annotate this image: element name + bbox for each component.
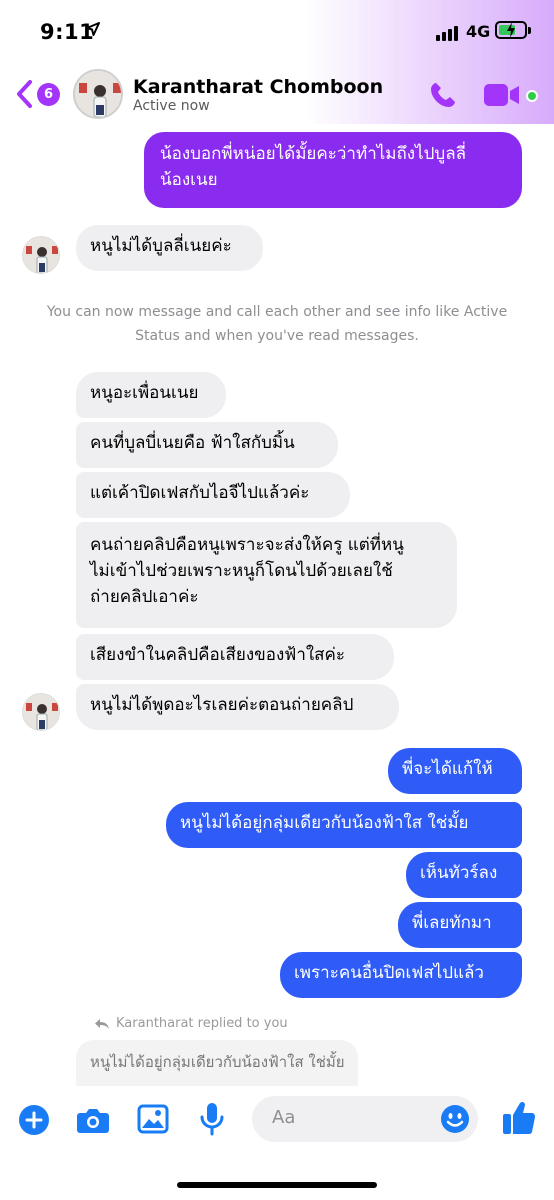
video-camera-icon[interactable] — [482, 82, 522, 108]
message-text: น้องบอกพี่หน่อยได้มั้ยคะว่าทำไมถึงไปบูลล… — [160, 144, 467, 164]
message-bubble-incoming[interactable]: หนูไม่ได้พูดอะไรเลยค่ะตอนถ่ายคลิป — [76, 684, 399, 730]
camera-icon[interactable] — [76, 1105, 110, 1135]
reply-indicator: Karantharat replied to you — [94, 1016, 288, 1031]
home-indicator — [177, 1182, 377, 1188]
message-bubble-outgoing[interactable]: หนูไม่ได้อยู่กลุ่มเดียวกับน้องฟ้าใส ใช่ม… — [166, 802, 522, 848]
message-text: เสียงขำในคลิปคือเสียงของฟ้าใสค่ะ — [90, 645, 346, 665]
contact-avatar-small[interactable] — [22, 236, 60, 274]
message-text: พี่จะได้แก้ให้ — [402, 759, 493, 779]
reply-quote-text: หนูไม่ได้อยู่กลุ่มเดียวกับน้องฟ้าใส ใช่ม… — [90, 1053, 345, 1071]
message-composer: Aa — [0, 1086, 554, 1200]
message-input[interactable]: Aa — [252, 1096, 478, 1142]
signal-icon — [436, 26, 458, 41]
active-status-dot — [526, 90, 538, 102]
message-text: เห็นทัวร์ลง — [420, 863, 498, 883]
message-text: แต่เค้าปิดเฟสกับไอจีไปแล้วค่ะ — [90, 483, 310, 503]
message-text: หนูอะเพื่อนเนย — [90, 383, 199, 403]
photo-icon[interactable] — [137, 1104, 169, 1134]
message-text: น้องเนย — [160, 170, 218, 190]
message-text: พี่เลยทักมา — [412, 913, 492, 933]
message-text: หนูไม่ได้พูดอะไรเลยค่ะตอนถ่ายคลิป — [90, 695, 354, 715]
reply-quote-bubble[interactable]: หนูไม่ได้อยู่กลุ่มเดียวกับน้องฟ้าใส ใช่ม… — [76, 1040, 358, 1086]
message-bubble-incoming[interactable]: คนที่บูลบี่เนยคือ ฟ้าใสกับมิ้น — [76, 422, 338, 468]
message-bubble-incoming[interactable]: หนูอะเพื่อนเนย — [76, 372, 226, 418]
message-bubble-incoming[interactable]: แต่เค้าปิดเฟสกับไอจีไปแล้วค่ะ — [76, 472, 350, 518]
message-text: คนที่บูลบี่เนยคือ ฟ้าใสกับมิ้น — [90, 433, 295, 453]
thumbs-up-icon[interactable] — [502, 1100, 536, 1136]
battery-icon — [495, 21, 531, 39]
back-chevron-icon — [17, 80, 32, 108]
contact-avatar-small[interactable] — [22, 693, 60, 731]
conversation-header: 6 Karantharat Chomboon Active now — [0, 62, 554, 124]
connection-notice: You can now message and call each other … — [30, 300, 524, 348]
microphone-icon[interactable] — [199, 1102, 225, 1136]
message-bubble-outgoing[interactable]: เห็นทัวร์ลง — [406, 852, 522, 898]
contact-name[interactable]: Karantharat Chomboon — [133, 76, 383, 98]
network-type: 4G — [466, 22, 491, 41]
unread-count-badge: 6 — [37, 83, 60, 106]
back-button[interactable]: 6 — [14, 78, 62, 110]
message-bubble-incoming[interactable]: หนูไม่ได้บูลลี่เนยค่ะ — [76, 225, 263, 271]
message-text: หนูไม่ได้อยู่กลุ่มเดียวกับน้องฟ้าใส ใช่ม… — [180, 813, 469, 833]
message-text: คนถ่ายคลิปคือหนูเพราะจะส่งให้ครู แต่ที่ห… — [90, 535, 404, 555]
message-text: เพราะคนอื่นปิดเฟสไปแล้ว — [294, 963, 484, 983]
connection-notice-line: You can now message and call each other … — [46, 304, 508, 320]
contact-avatar[interactable] — [73, 69, 123, 119]
message-input-placeholder: Aa — [272, 1107, 296, 1128]
status-bar: 9:11 4G — [0, 0, 554, 62]
reply-indicator-text: Karantharat replied to you — [116, 1016, 288, 1031]
message-text: ไม่เข้าไปช่วยเพราะหนูก็โดนไปด้วยเลยใช้ — [90, 561, 393, 581]
message-bubble-outgoing[interactable]: น้องบอกพี่หน่อยได้มั้ยคะว่าทำไมถึงไปบูลล… — [144, 132, 522, 208]
reply-arrow-icon — [95, 1018, 109, 1029]
message-bubble-outgoing[interactable]: พี่จะได้แก้ให้ — [388, 748, 522, 794]
contact-status: Active now — [133, 98, 210, 114]
connection-notice-line: Status and when you've read messages. — [135, 328, 419, 344]
message-bubble-outgoing[interactable]: เพราะคนอื่นปิดเฟสไปแล้ว — [280, 952, 522, 998]
message-bubble-incoming[interactable]: เสียงขำในคลิปคือเสียงของฟ้าใสค่ะ — [76, 634, 394, 680]
location-arrow-icon — [86, 22, 100, 36]
message-text: ถ่ายคลิปเอาค่ะ — [90, 587, 199, 607]
message-bubble-incoming[interactable]: คนถ่ายคลิปคือหนูเพราะจะส่งให้ครู แต่ที่ห… — [76, 522, 457, 628]
phone-icon[interactable] — [428, 80, 458, 110]
message-bubble-outgoing[interactable]: พี่เลยทักมา — [398, 902, 522, 948]
emoji-icon[interactable] — [440, 1104, 470, 1134]
add-icon[interactable] — [18, 1104, 50, 1136]
message-text: หนูไม่ได้บูลลี่เนยค่ะ — [90, 236, 232, 256]
